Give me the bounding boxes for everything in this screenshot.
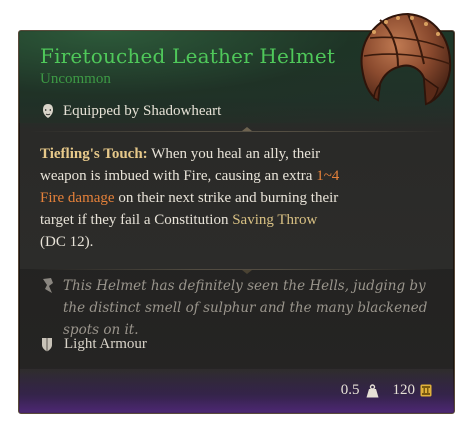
item-name: Firetouched Leather Helmet: [40, 44, 336, 68]
equipped-row: Equipped by Shadowheart: [40, 101, 221, 121]
leather-helmet-icon: [360, 12, 452, 106]
gold-coin-icon: [420, 384, 432, 397]
shield-icon: [42, 338, 52, 352]
weight-icon: [366, 383, 378, 397]
passive-name: Tiefling's Touch:: [40, 146, 148, 162]
armour-type-row: Light Armour: [41, 336, 147, 353]
armour-type-label: Light Armour: [64, 336, 147, 352]
passive-text-3: (DC 12).: [40, 234, 94, 250]
passive-description: Tiefling's Touch: When you heal an ally,…: [40, 143, 340, 253]
item-rarity: Uncommon: [40, 71, 111, 87]
weight-value: 0.5: [340, 382, 360, 398]
equipped-by-label: Equipped by Shadowheart: [63, 102, 222, 119]
gold-value: 120: [392, 382, 416, 398]
section-divider: [29, 127, 446, 132]
section-divider: [29, 269, 446, 274]
item-stats: 0.5 120: [341, 382, 432, 399]
character-portrait-icon: [43, 104, 53, 118]
saving-throw-link[interactable]: Saving Throw: [232, 212, 317, 228]
lore-text: This Helmet has definitely seen the Hell…: [63, 278, 428, 338]
quill-icon: [43, 278, 53, 293]
